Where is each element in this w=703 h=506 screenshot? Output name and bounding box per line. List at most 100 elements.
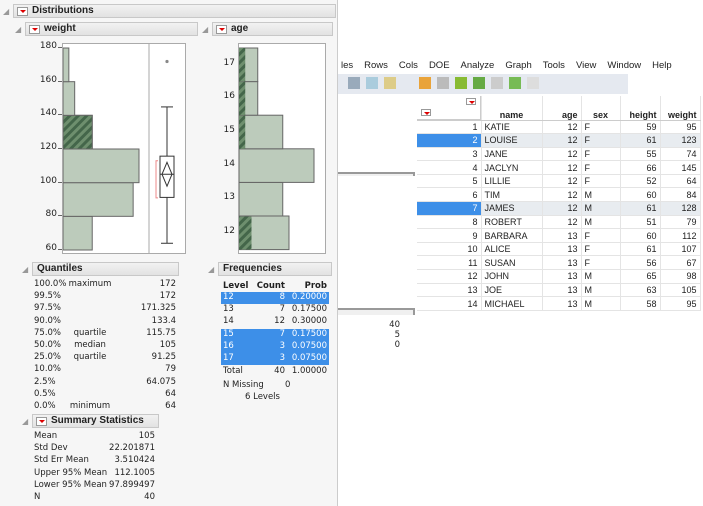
cell-age[interactable]: 12 xyxy=(542,120,582,135)
cell-sex[interactable]: M xyxy=(581,201,621,216)
cell-name[interactable]: ROBERT xyxy=(481,215,543,230)
cell-name[interactable]: JOHN xyxy=(481,269,543,284)
weight-header[interactable]: ◢ weight xyxy=(15,22,198,36)
column-header-sex[interactable]: sex xyxy=(581,96,621,121)
table-row[interactable]: 9 BARBARA 13 F 60 112 xyxy=(417,228,701,243)
disclosure-icon[interactable]: ◢ xyxy=(202,24,208,36)
age-header[interactable]: ◢ age xyxy=(202,22,333,36)
red-triangle-menu-icon[interactable] xyxy=(36,417,47,426)
cell-height[interactable]: 61 xyxy=(620,133,661,148)
table-row[interactable]: 4 JACLYN 12 F 66 145 xyxy=(417,160,701,175)
cell-height[interactable]: 59 xyxy=(620,120,661,135)
table-row[interactable]: 13 JOE 13 M 63 105 xyxy=(417,283,701,298)
table-row[interactable]: 6 TIM 12 M 60 84 xyxy=(417,187,701,203)
cell-height[interactable]: 60 xyxy=(620,228,661,243)
cell-sex[interactable]: F xyxy=(581,133,621,148)
frequency-level[interactable]: 14 xyxy=(223,316,234,327)
red-triangle-menu-icon[interactable] xyxy=(17,7,28,16)
cell-height[interactable]: 58 xyxy=(620,296,661,311)
column-header-height[interactable]: height xyxy=(620,96,661,121)
menu-cols[interactable]: Cols xyxy=(399,60,418,71)
frequency-level[interactable]: 15 xyxy=(223,329,234,340)
frequency-level[interactable]: 13 xyxy=(223,304,234,315)
menu-rows[interactable]: Rows xyxy=(364,60,388,71)
row-number[interactable]: 8 xyxy=(417,215,482,230)
cell-weight[interactable]: 64 xyxy=(660,174,701,189)
cell-height[interactable]: 55 xyxy=(620,147,661,162)
cell-name[interactable]: TIM xyxy=(481,187,543,203)
cell-sex[interactable]: M xyxy=(581,296,621,311)
columns-panel[interactable] xyxy=(338,176,415,310)
histogram-bar[interactable] xyxy=(63,182,134,217)
cell-name[interactable]: LOUISE xyxy=(481,133,543,148)
age-bar[interactable] xyxy=(239,148,315,183)
cell-weight[interactable]: 67 xyxy=(660,255,701,271)
cell-name[interactable]: JANE xyxy=(481,147,543,162)
cell-sex[interactable]: F xyxy=(581,255,621,271)
cell-sex[interactable]: F xyxy=(581,147,621,162)
cell-height[interactable]: 65 xyxy=(620,269,661,284)
row-number[interactable]: 1 xyxy=(417,120,482,135)
cell-sex[interactable]: M xyxy=(581,269,621,284)
cell-name[interactable]: JAMES xyxy=(481,201,543,216)
age-bar-selected[interactable] xyxy=(239,81,246,116)
menu-graph[interactable]: Graph xyxy=(505,60,531,71)
data-grid[interactable]: name age sex height weight 1 KATIE 12 F 59 95 2 LOUI… xyxy=(417,96,701,311)
histogram-bar-selected[interactable] xyxy=(63,114,93,150)
table-row[interactable]: 11 SUSAN 13 F 56 67 xyxy=(417,255,701,271)
cell-age[interactable]: 12 xyxy=(542,187,582,203)
age-bar-selected[interactable] xyxy=(239,216,252,250)
cell-name[interactable]: BARBARA xyxy=(481,228,543,243)
frequencies-header[interactable]: ◢ Frequencies xyxy=(208,262,332,276)
cell-height[interactable]: 56 xyxy=(620,255,661,271)
table-row[interactable]: 8 ROBERT 12 M 51 79 xyxy=(417,215,701,230)
disclosure-icon[interactable]: ◢ xyxy=(15,24,21,36)
histogram-bar[interactable] xyxy=(63,81,76,116)
script-icon[interactable] xyxy=(526,77,539,89)
cell-age[interactable]: 12 xyxy=(542,147,582,162)
histogram-bar[interactable] xyxy=(63,47,70,83)
grid-icon[interactable] xyxy=(454,77,467,89)
menu-window[interactable]: Window xyxy=(607,60,641,71)
age-bar-selected[interactable] xyxy=(239,48,246,82)
distribution-icon[interactable] xyxy=(472,77,485,89)
cell-age[interactable]: 12 xyxy=(542,174,582,189)
data-table-icon[interactable] xyxy=(418,77,431,89)
table-row[interactable]: 7 JAMES 12 M 61 128 xyxy=(417,201,701,216)
cell-sex[interactable]: F xyxy=(581,228,621,243)
menu-analyze[interactable]: Analyze xyxy=(461,60,495,71)
cell-weight[interactable]: 128 xyxy=(660,201,701,216)
row-number[interactable]: 9 xyxy=(417,228,482,243)
summary-statistics-header[interactable]: ◢ Summary Statistics xyxy=(22,414,159,428)
cell-weight[interactable]: 95 xyxy=(660,120,701,135)
cell-name[interactable]: JACLYN xyxy=(481,160,543,175)
fit-model-icon[interactable] xyxy=(508,77,521,89)
row-number[interactable]: 14 xyxy=(417,296,482,311)
cell-age[interactable]: 12 xyxy=(542,133,582,148)
row-number[interactable]: 6 xyxy=(417,187,482,203)
outlier-point[interactable] xyxy=(165,59,169,64)
row-number[interactable]: 5 xyxy=(417,174,482,189)
menu-help[interactable]: Help xyxy=(652,60,672,71)
row-number[interactable]: 2 xyxy=(417,133,482,148)
table-row[interactable]: 2 LOUISE 12 F 61 123 xyxy=(417,133,701,148)
disclosure-icon[interactable]: ◢ xyxy=(22,416,28,428)
cell-age[interactable]: 13 xyxy=(542,228,582,243)
cell-weight[interactable]: 95 xyxy=(660,296,701,311)
cell-age[interactable]: 12 xyxy=(542,160,582,175)
cell-weight[interactable]: 145 xyxy=(660,160,701,175)
disclosure-icon[interactable]: ◢ xyxy=(3,6,9,18)
cell-sex[interactable]: F xyxy=(581,120,621,135)
column-header-name[interactable]: name xyxy=(481,96,543,121)
paste-icon[interactable] xyxy=(384,77,396,89)
red-triangle-menu-icon[interactable] xyxy=(216,25,227,34)
disclosure-icon[interactable]: ◢ xyxy=(22,264,28,276)
table-row[interactable]: 14 MICHAEL 13 M 58 95 xyxy=(417,296,701,311)
cell-weight[interactable]: 84 xyxy=(660,187,701,203)
fit-y-by-x-icon[interactable] xyxy=(490,77,503,89)
age-bar[interactable] xyxy=(239,181,284,217)
cell-height[interactable]: 51 xyxy=(620,215,661,230)
cell-height[interactable]: 60 xyxy=(620,187,661,203)
distributions-header[interactable]: ◢ Distributions xyxy=(3,4,336,18)
cell-weight[interactable]: 98 xyxy=(660,269,701,284)
